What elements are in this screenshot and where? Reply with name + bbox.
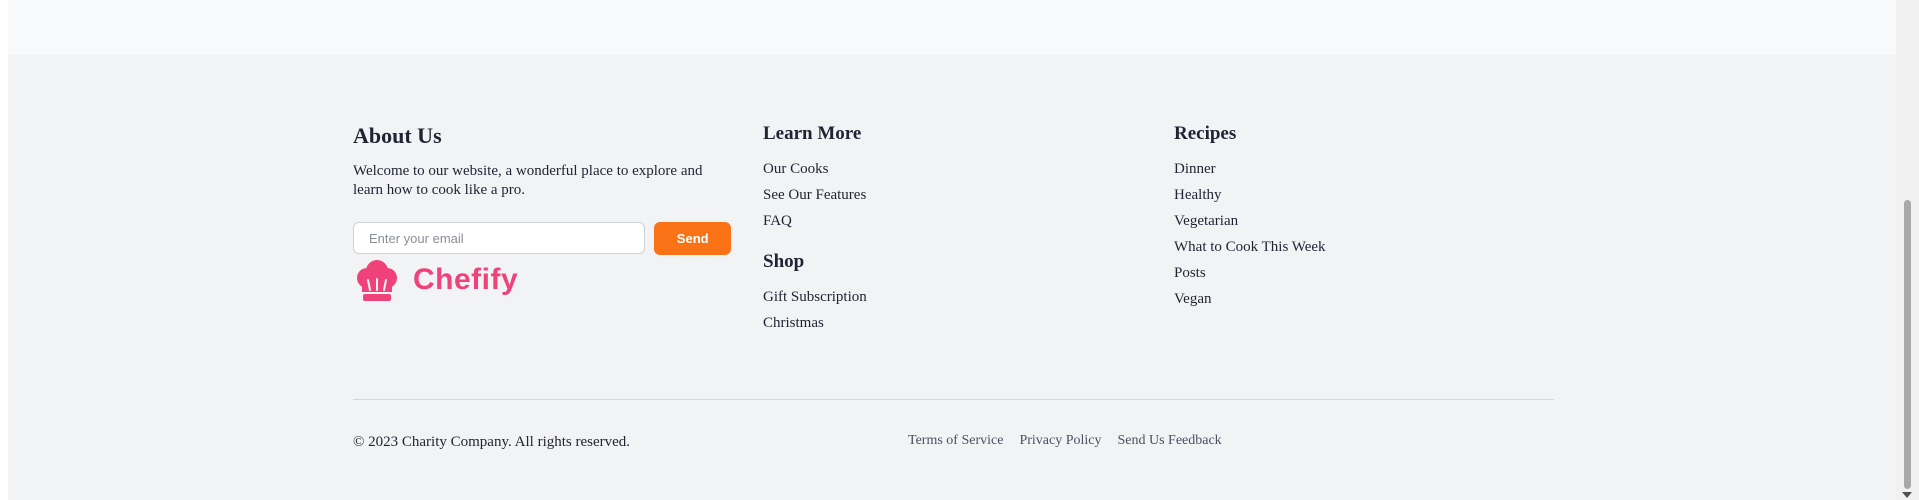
recipes-link[interactable]: What to Cook This Week bbox=[1174, 234, 1534, 260]
about-description: Welcome to our website, a wonderful plac… bbox=[353, 163, 703, 198]
shop-list: Gift Subscription Christmas bbox=[763, 284, 1123, 336]
page-scrollbar[interactable] bbox=[1896, 0, 1919, 500]
about-heading: About Us bbox=[353, 123, 442, 148]
recipes-link[interactable]: Vegetarian bbox=[1174, 208, 1534, 234]
recipes-list: Dinner Healthy Vegetarian What to Cook T… bbox=[1174, 156, 1534, 312]
send-button[interactable]: Send bbox=[654, 222, 731, 255]
recipes-link[interactable]: Dinner bbox=[1174, 156, 1534, 182]
learn-more-list: Our Cooks See Our Features FAQ bbox=[763, 156, 1123, 234]
about-column: About Us Welcome to our website, a wonde… bbox=[353, 122, 733, 304]
feedback-link[interactable]: Send Us Feedback bbox=[1117, 432, 1221, 450]
shop-link[interactable]: Gift Subscription bbox=[763, 284, 1123, 310]
shop-link[interactable]: Christmas bbox=[763, 310, 1123, 336]
recipes-link[interactable]: Healthy bbox=[1174, 182, 1534, 208]
scroll-down-arrow-icon[interactable] bbox=[1902, 492, 1912, 498]
privacy-link[interactable]: Privacy Policy bbox=[1019, 432, 1101, 450]
newsletter-form: Send bbox=[353, 222, 731, 255]
learn-more-link[interactable]: Our Cooks bbox=[763, 156, 1123, 182]
brand-logo[interactable]: Chefify bbox=[353, 256, 733, 304]
content-bottom-band bbox=[8, 0, 1896, 55]
copyright-text: © 2023 Charity Company. All rights reser… bbox=[353, 434, 631, 450]
recipes-column: Recipes Dinner Healthy Vegetarian What t… bbox=[1174, 122, 1534, 312]
chef-hat-icon bbox=[357, 260, 397, 301]
learn-more-column: Learn More Our Cooks See Our Features FA… bbox=[763, 122, 1123, 336]
scrollbar-thumb[interactable] bbox=[1904, 200, 1911, 489]
legal-links: Terms of Service Privacy Policy Send Us … bbox=[908, 432, 1222, 450]
learn-more-heading: Learn More bbox=[763, 123, 862, 144]
learn-more-link[interactable]: FAQ bbox=[763, 208, 1123, 234]
footer-divider bbox=[353, 399, 1554, 400]
email-input[interactable] bbox=[353, 222, 646, 254]
page-edge bbox=[0, 0, 8, 500]
shop-heading: Shop bbox=[763, 251, 805, 272]
learn-more-link[interactable]: See Our Features bbox=[763, 182, 1123, 208]
terms-link[interactable]: Terms of Service bbox=[908, 432, 1003, 450]
recipes-link[interactable]: Vegan bbox=[1174, 286, 1534, 312]
brand-name: Chefify bbox=[413, 263, 519, 296]
recipes-link[interactable]: Posts bbox=[1174, 260, 1534, 286]
recipes-heading: Recipes bbox=[1174, 123, 1237, 144]
